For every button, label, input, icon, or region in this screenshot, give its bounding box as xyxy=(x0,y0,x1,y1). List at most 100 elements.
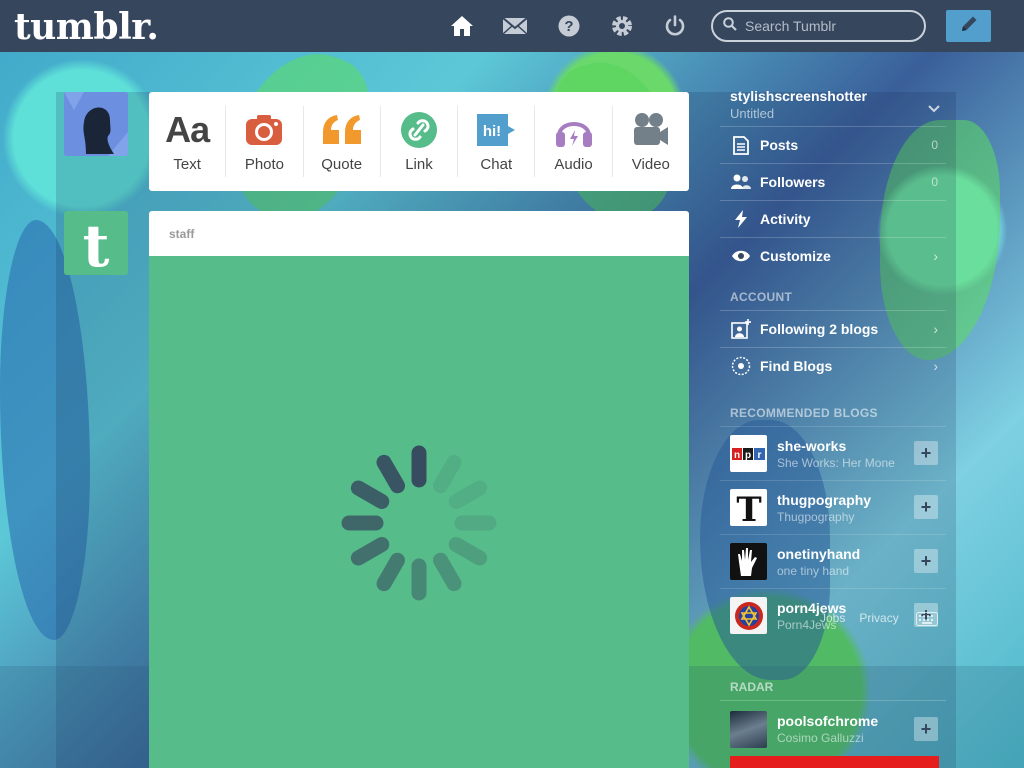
sidebar-item-posts[interactable]: Posts 0 xyxy=(720,126,946,163)
recommended-blog[interactable]: onetinyhand one tiny hand + xyxy=(720,534,946,588)
blog-name: stylishscreenshotter xyxy=(730,88,867,104)
sidebar-item-label: Customize xyxy=(760,248,831,264)
sidebar-item-label: Posts xyxy=(760,137,799,153)
mail-icon[interactable] xyxy=(502,13,528,39)
compass-icon xyxy=(730,355,752,377)
post-type-bar: Aa Text Photo Quote Link hi! Chat Audio xyxy=(149,92,689,191)
people-icon xyxy=(730,171,752,193)
npr-logo-icon: npr xyxy=(730,435,767,472)
follow-button[interactable]: + xyxy=(914,441,938,465)
loading-spinner-icon xyxy=(341,445,497,601)
follow-button[interactable]: + xyxy=(914,549,938,573)
right-sidebar: stylishscreenshotter Untitled Posts 0 Fo… xyxy=(720,86,946,642)
svg-text:r: r xyxy=(758,450,762,460)
footer-link-privacy[interactable]: Privacy xyxy=(859,611,898,625)
post-type-label: Text xyxy=(173,156,201,173)
post-type-quote[interactable]: Quote xyxy=(304,106,381,177)
eye-icon xyxy=(730,245,752,267)
post-author[interactable]: staff xyxy=(149,211,689,256)
tumblr-logo[interactable]: tumblr. xyxy=(14,6,159,48)
post-type-audio[interactable]: Audio xyxy=(535,106,613,177)
document-icon xyxy=(730,134,752,156)
account-section-title: ACCOUNT xyxy=(730,290,793,304)
headphones-icon xyxy=(554,110,594,150)
chat-icon: hi! xyxy=(476,110,516,150)
post-type-label: Photo xyxy=(244,156,285,173)
sidebar-item-followers[interactable]: Followers 0 xyxy=(720,163,946,200)
search-box[interactable] xyxy=(711,10,926,42)
text-icon: Aa xyxy=(165,109,210,150)
post-type-label: Audio xyxy=(554,156,593,173)
svg-text:T: T xyxy=(736,492,761,524)
radar-blog-name: poolsofchrome xyxy=(777,713,879,729)
staff-avatar[interactable]: t xyxy=(64,211,128,275)
quote-icon xyxy=(321,110,363,150)
svg-text:n: n xyxy=(734,450,740,460)
hand-logo-icon xyxy=(730,543,767,580)
post-type-chat[interactable]: hi! Chat xyxy=(458,106,536,177)
camera-icon xyxy=(245,110,283,150)
recommended-blog-name: she-works xyxy=(777,437,847,454)
link-icon xyxy=(400,110,438,150)
recommended-blog-title: Thugpography xyxy=(777,509,855,524)
post-type-link[interactable]: Link xyxy=(381,106,459,177)
home-icon[interactable] xyxy=(449,13,475,39)
recommended-blog[interactable]: T thugpography Thugpography + xyxy=(720,480,946,534)
radar-post-preview[interactable] xyxy=(730,756,939,768)
chevron-right-icon: › xyxy=(933,321,938,337)
recommended-blog-title: She Works: Her Mone xyxy=(777,455,895,470)
post-type-text[interactable]: Aa Text xyxy=(149,106,227,177)
recommended-blog[interactable]: npr she-works She Works: Her Mone + xyxy=(720,426,946,480)
blog-selector[interactable]: stylishscreenshotter Untitled xyxy=(720,86,946,126)
sidebar-item-label: Following 2 blogs xyxy=(760,321,879,337)
blog-title: Untitled xyxy=(730,106,775,121)
pencil-icon xyxy=(959,14,979,39)
follow-button[interactable]: + xyxy=(914,495,938,519)
sidebar-item-find-blogs[interactable]: Find Blogs › xyxy=(720,347,946,384)
post-type-label: Quote xyxy=(321,156,363,173)
sidebar-item-count: 0 xyxy=(931,138,938,152)
post-type-label: Link xyxy=(405,156,433,173)
sidebar-item-activity[interactable]: Activity xyxy=(720,200,946,237)
recommended-blog-name: onetinyhand xyxy=(777,545,861,562)
user-avatar[interactable] xyxy=(64,92,128,156)
svg-text:t: t xyxy=(83,212,110,275)
radar-thumbnail xyxy=(730,710,767,748)
sidebar-item-customize[interactable]: Customize › xyxy=(720,237,946,274)
add-user-icon xyxy=(730,318,752,340)
lightning-icon xyxy=(730,208,752,230)
keyboard-icon[interactable] xyxy=(916,612,938,631)
chevron-down-icon xyxy=(928,100,940,118)
recommended-blog-name: thugpography xyxy=(777,491,872,508)
sidebar-item-following[interactable]: Following 2 blogs › xyxy=(720,310,946,347)
chevron-right-icon: › xyxy=(933,358,938,374)
post-type-label: Video xyxy=(631,156,670,173)
svg-text:hi!: hi! xyxy=(483,123,501,140)
footer-link-jobs[interactable]: Jobs xyxy=(820,611,845,625)
search-input[interactable] xyxy=(745,18,915,34)
recommended-blog-title: one tiny hand xyxy=(777,563,850,578)
svg-text:?: ? xyxy=(564,18,573,35)
sidebar-item-label: Followers xyxy=(760,174,826,190)
compose-button[interactable] xyxy=(946,10,991,42)
radar-blog-title: Cosimo Galluzzi xyxy=(777,731,864,745)
help-icon[interactable]: ? xyxy=(556,13,582,39)
radar-blog[interactable]: poolsofchrome Cosimo Galluzzi + xyxy=(720,704,946,754)
star-logo-icon xyxy=(730,597,767,634)
t-logo-icon: T xyxy=(730,489,767,526)
power-icon[interactable] xyxy=(662,13,688,39)
footer-links: Jobs Privacy xyxy=(820,611,899,625)
post-type-video[interactable]: Video xyxy=(613,106,689,177)
sidebar-item-label: Find Blogs xyxy=(760,358,833,374)
chevron-right-icon: › xyxy=(933,248,938,264)
post-type-photo[interactable]: Photo xyxy=(226,106,304,177)
sidebar-item-count: 0 xyxy=(931,175,938,189)
svg-text:p: p xyxy=(745,450,751,460)
video-camera-icon xyxy=(632,110,670,150)
follow-button[interactable]: + xyxy=(914,717,938,741)
top-header: tumblr. ? xyxy=(0,0,1024,52)
recommended-section-title: RECOMMENDED BLOGS xyxy=(730,406,878,420)
search-icon xyxy=(723,16,737,36)
gear-icon[interactable] xyxy=(609,13,635,39)
sidebar-item-label: Activity xyxy=(760,211,811,227)
